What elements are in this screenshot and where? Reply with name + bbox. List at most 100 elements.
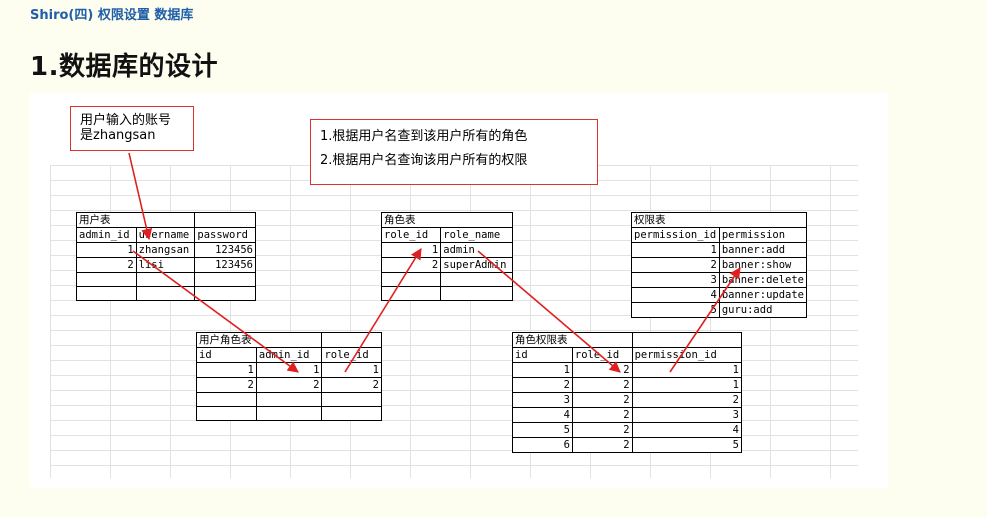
column-header: permission_id <box>631 347 743 363</box>
table-row: 1 admin <box>380 242 513 258</box>
table-row: 6 2 5 <box>512 437 743 453</box>
table-cell <box>76 286 137 301</box>
table-row <box>76 286 256 301</box>
table-cell: 123456 <box>194 257 256 273</box>
column-header: role_name <box>440 227 513 243</box>
table-cell: 2 <box>571 437 633 453</box>
user-table: 用户表 admin_id username password 1 zhangsa… <box>76 212 256 301</box>
table-row: 1 banner:add <box>631 242 808 258</box>
table-row: 2 2 2 <box>196 377 382 393</box>
table-row: 2 2 1 <box>512 377 743 393</box>
table-header-row: role_id role_name <box>380 227 513 243</box>
table-cell <box>194 272 256 287</box>
table-caption-row: 角色表 <box>380 212 513 228</box>
table-row: 1 1 1 <box>196 362 382 378</box>
table-cell: 5 <box>512 422 573 438</box>
column-header: id <box>512 347 573 363</box>
database-design-figure: 用户输入的账号 是zhangsan 1.根据用户名查到该用户所有的角色 2.根据… <box>30 93 888 488</box>
table-cell: 1 <box>631 242 720 258</box>
table-cell <box>321 392 382 407</box>
table-cell: 2 <box>571 422 633 438</box>
table-header-row: permission_id permission <box>631 227 808 243</box>
table-cell: 4 <box>631 422 743 438</box>
table-cell <box>255 406 323 421</box>
table-cell <box>440 272 513 287</box>
steps-note: 1.根据用户名查到该用户所有的角色 2.根据用户名查询该用户所有的权限 <box>310 119 598 185</box>
table-cell: 1 <box>631 362 743 378</box>
table-caption: 角色权限表 <box>512 332 573 348</box>
table-row: 2 superAdmin <box>380 257 513 273</box>
table-caption: 用户角色表 <box>196 332 257 348</box>
step-line: 2.根据用户名查询该用户所有的权限 <box>320 153 528 168</box>
role-permission-table: 角色权限表 id role_id permission_id 1 2 1 2 2… <box>512 332 743 453</box>
table-caption-row: 角色权限表 <box>512 332 743 348</box>
table-cell: 1 <box>512 362 573 378</box>
note-line: 用户输入的账号 <box>80 113 172 128</box>
table-cell: lisi <box>135 257 196 273</box>
table-row: 3 banner:delete <box>631 272 808 288</box>
table-cell: zhangsan <box>135 242 196 258</box>
section-heading: 1.数据库的设计 <box>30 52 218 82</box>
column-header: admin_id <box>76 227 137 243</box>
table-row: 2 banner:show <box>631 257 808 273</box>
table-cell: 4 <box>512 407 573 423</box>
table-cell: 5 <box>631 302 720 318</box>
table-cell: 3 <box>631 407 743 423</box>
column-header: role_id <box>571 347 633 363</box>
table-cell: 1 <box>631 377 743 393</box>
table-caption-row: 用户角色表 <box>196 332 382 348</box>
table-caption: 角色表 <box>380 212 441 228</box>
table-cell: 2 <box>571 377 633 393</box>
column-header: permission <box>718 227 808 243</box>
table-cell: guru:add <box>718 302 808 318</box>
table-caption-row: 用户表 <box>76 212 256 228</box>
user-role-table: 用户角色表 id admin_id role_id 1 1 1 2 2 2 <box>196 332 382 421</box>
table-cell: 2 <box>571 392 633 408</box>
table-cell: 2 <box>321 377 382 393</box>
table-cell: 3 <box>512 392 573 408</box>
table-cell <box>321 406 382 421</box>
table-cell: 2 <box>76 257 137 273</box>
column-header: permission_id <box>631 227 720 243</box>
table-cell: 2 <box>255 377 323 393</box>
table-cell: 1 <box>255 362 323 378</box>
table-cell: banner:delete <box>718 272 808 288</box>
table-cell: 2 <box>571 407 633 423</box>
table-cell: 6 <box>512 437 573 453</box>
table-cell <box>194 286 256 301</box>
table-cell: superAdmin <box>440 257 513 273</box>
table-cell: admin <box>440 242 513 258</box>
table-cell <box>135 272 196 287</box>
table-cell: banner:update <box>718 287 808 303</box>
table-row: 5 2 4 <box>512 422 743 438</box>
step-line: 1.根据用户名查到该用户所有的角色 <box>320 129 528 144</box>
role-table: 角色表 role_id role_name 1 admin 2 superAdm… <box>380 212 513 301</box>
table-cell <box>380 286 442 301</box>
table-cell: 123456 <box>194 242 256 258</box>
table-cell <box>76 272 137 287</box>
table-cell: 2 <box>631 257 720 273</box>
table-row <box>196 406 382 421</box>
note-line: 是zhangsan <box>80 128 156 143</box>
column-header: role_id <box>380 227 442 243</box>
table-row: 4 banner:update <box>631 287 808 303</box>
table-cell <box>196 406 257 421</box>
table-cell <box>196 392 257 407</box>
table-row: 1 zhangsan 123456 <box>76 242 256 258</box>
table-row: 2 lisi 123456 <box>76 257 256 273</box>
table-cell: banner:add <box>718 242 808 258</box>
page-title[interactable]: Shiro(四) 权限设置 数据库 <box>30 4 193 23</box>
table-cell: 1 <box>76 242 137 258</box>
table-cell: 2 <box>196 377 257 393</box>
table-cell: 2 <box>512 377 573 393</box>
column-header: admin_id <box>255 347 323 363</box>
table-row <box>76 272 256 287</box>
table-row: 3 2 2 <box>512 392 743 408</box>
column-header: role_id <box>321 347 382 363</box>
permission-table: 权限表 permission_id permission 1 banner:ad… <box>631 212 808 318</box>
table-cell: 5 <box>631 437 743 453</box>
table-caption: 用户表 <box>76 212 137 228</box>
table-row <box>380 286 513 301</box>
table-cell: 1 <box>380 242 442 258</box>
table-cell <box>255 392 323 407</box>
